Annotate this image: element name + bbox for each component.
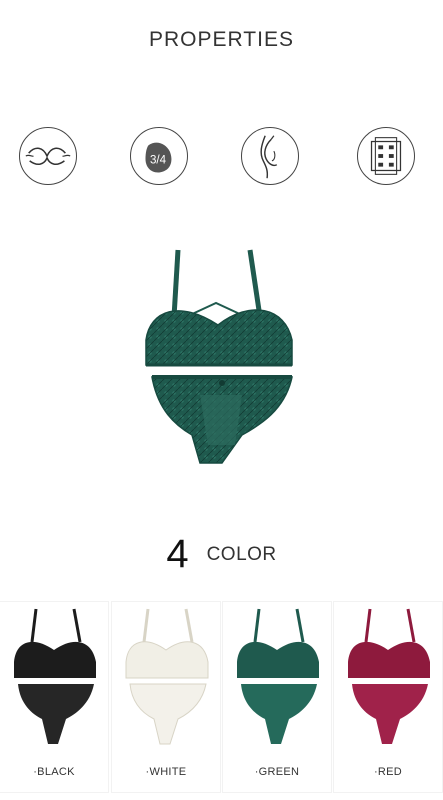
color-variants: ·BLACK ·WHITE ·GREEN ·RED: [0, 602, 443, 800]
variant-label: ·GREEN: [254, 766, 300, 778]
variant-green-image: [237, 608, 319, 744]
three-quarter-cup-icon: 3/4: [130, 127, 188, 185]
variant-black[interactable]: ·BLACK: [0, 602, 108, 792]
color-count-heading: 4 COLOR: [0, 532, 443, 582]
color-count-label: COLOR: [206, 543, 277, 565]
side-support-icon: [241, 127, 299, 185]
hook-closure-icon: [357, 127, 415, 185]
variant-label: ·WHITE: [145, 766, 187, 778]
variant-black-image: [14, 608, 96, 744]
variant-label: ·RED: [373, 766, 403, 778]
variant-label: ·BLACK: [33, 766, 75, 778]
variant-white[interactable]: ·WHITE: [112, 602, 220, 792]
page-title: PROPERTIES: [149, 28, 294, 51]
variant-green[interactable]: ·GREEN: [223, 602, 331, 792]
variant-red[interactable]: ·RED: [334, 602, 442, 792]
product-image: [130, 245, 315, 470]
variant-red-image: [348, 608, 430, 744]
color-count-number: 4: [166, 532, 189, 576]
cup-size-label: 3/4: [150, 155, 167, 167]
push-up-icon: [19, 127, 77, 185]
variant-white-image: [125, 608, 209, 745]
